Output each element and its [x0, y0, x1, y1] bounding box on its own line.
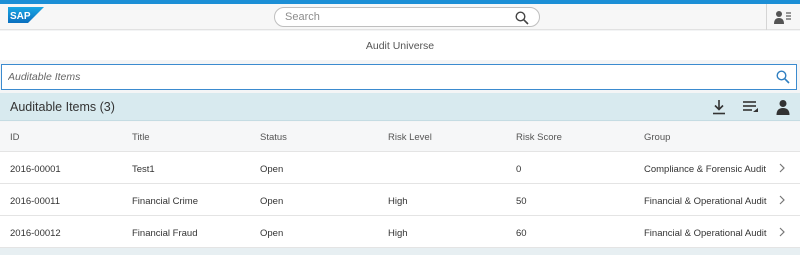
- cell-status: Open: [260, 164, 284, 175]
- cell-status: Open: [260, 196, 284, 207]
- cell-group: Financial & Operational Audit: [644, 228, 767, 239]
- search-icon[interactable]: [515, 11, 529, 25]
- chevron-right-icon[interactable]: [778, 226, 786, 238]
- table-row[interactable]: 2016-00011 Financial Crime Open High 50 …: [0, 184, 800, 216]
- cell-id: 2016-00011: [10, 196, 61, 207]
- shell-search-input[interactable]: [285, 10, 505, 24]
- cell-status: Open: [260, 228, 284, 239]
- shell-divider: [766, 4, 767, 30]
- cell-risk-score: 0: [516, 164, 522, 175]
- page-title: Audit Universe: [365, 40, 435, 52]
- filter-search-icon[interactable]: [776, 70, 790, 84]
- cell-risk-level: High: [388, 196, 408, 207]
- table-toolbar: Auditable Items (3): [0, 93, 800, 121]
- user-menu-icon[interactable]: [774, 10, 792, 24]
- column-header-risk-score[interactable]: Risk Score: [516, 132, 562, 143]
- shell-search-box: [274, 7, 540, 27]
- table-title: Auditable Items (3): [10, 100, 115, 114]
- chevron-right-icon[interactable]: [778, 194, 786, 206]
- download-icon[interactable]: [711, 99, 727, 115]
- filter-search-box: [1, 64, 797, 90]
- page-title-bar: Audit Universe: [0, 31, 800, 60]
- cell-title: Financial Crime: [132, 196, 198, 207]
- column-header-risk-level[interactable]: Risk Level: [388, 132, 432, 143]
- cell-risk-score: 60: [516, 228, 527, 239]
- cell-title: Financial Fraud: [132, 228, 198, 239]
- cell-risk-level: High: [388, 228, 408, 239]
- table-row[interactable]: 2016-00012 Financial Fraud Open High 60 …: [0, 216, 800, 248]
- cell-group: Compliance & Forensic Audit: [644, 164, 766, 175]
- filter-search-input[interactable]: [8, 70, 748, 84]
- chevron-right-icon[interactable]: [778, 162, 786, 174]
- main-content: Auditable Items (3) ID Title Status Risk…: [0, 60, 800, 255]
- cell-title: Test1: [132, 164, 155, 175]
- personalize-icon[interactable]: [775, 99, 791, 115]
- sort-icon[interactable]: [742, 99, 758, 115]
- cell-id: 2016-00012: [10, 228, 61, 239]
- sap-logo-text: SAP: [10, 11, 31, 22]
- table-header: ID Title Status Risk Level Risk Score Gr…: [0, 122, 800, 152]
- column-header-status[interactable]: Status: [260, 132, 287, 143]
- shell-bar: SAP: [0, 4, 800, 30]
- cell-risk-score: 50: [516, 196, 527, 207]
- column-header-group[interactable]: Group: [644, 132, 670, 143]
- cell-id: 2016-00001: [10, 164, 61, 175]
- sap-logo[interactable]: SAP: [8, 7, 44, 23]
- column-header-title[interactable]: Title: [132, 132, 150, 143]
- column-header-id[interactable]: ID: [10, 132, 20, 143]
- cell-group: Financial & Operational Audit: [644, 196, 767, 207]
- table-footer: [0, 248, 800, 255]
- table-row[interactable]: 2016-00001 Test1 Open 0 Compliance & For…: [0, 152, 800, 184]
